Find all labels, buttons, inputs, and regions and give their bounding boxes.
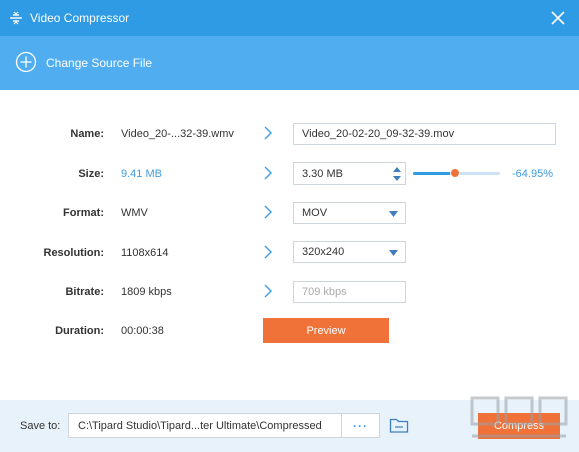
source-bitrate-value: 1809 kbps: [121, 286, 172, 298]
window-title: Video Compressor: [30, 11, 130, 25]
resolution-label: Resolution:: [43, 247, 105, 259]
format-label: Format:: [63, 207, 104, 219]
chevron-down-icon: [389, 250, 398, 256]
source-size-value: 9.41 MB: [121, 168, 162, 180]
compress-button[interactable]: Compress: [478, 413, 560, 439]
close-icon[interactable]: [549, 9, 567, 27]
output-size-value: 3.30 MB: [302, 167, 343, 180]
bitrate-input[interactable]: 709 kbps: [293, 281, 406, 303]
source-format-value: WMV: [121, 207, 148, 219]
chevron-right-icon: [264, 245, 272, 259]
plus-circle-icon[interactable]: [15, 51, 37, 73]
browse-button[interactable]: ···: [341, 414, 379, 437]
source-duration-value: 00:00:38: [121, 325, 164, 337]
source-bar: Change Source File: [0, 36, 579, 90]
slider-fill: [413, 172, 455, 175]
format-select[interactable]: MOV: [293, 202, 406, 224]
source-name-value: Video_20-...32-39.wmv: [121, 128, 234, 140]
bitrate-label: Bitrate:: [65, 286, 104, 298]
chevron-right-icon: [264, 284, 272, 298]
chevron-down-icon: [389, 211, 398, 217]
save-path-field[interactable]: C:\Tipard Studio\Tipard...ter Ultimate\C…: [68, 413, 380, 438]
title-bar: Video Compressor: [0, 0, 579, 36]
preview-button[interactable]: Preview: [263, 318, 389, 343]
compress-lines-icon: [10, 11, 22, 25]
output-bitrate-value: 709 kbps: [302, 286, 347, 298]
footer-bar: Save to: C:\Tipard Studio\Tipard...ter U…: [0, 400, 579, 452]
folder-icon[interactable]: [389, 416, 409, 434]
chevron-right-icon: [264, 126, 272, 140]
output-name-input[interactable]: Video_20-02-20_09-32-39.mov: [293, 123, 556, 145]
size-label: Size:: [78, 168, 104, 180]
resolution-select[interactable]: 320x240: [293, 241, 406, 263]
chevron-right-icon: [264, 205, 272, 219]
save-path-value: C:\Tipard Studio\Tipard...ter Ultimate\C…: [78, 420, 322, 432]
duration-label: Duration:: [55, 325, 104, 337]
source-resolution-value: 1108x614: [121, 247, 169, 259]
change-source-file-button[interactable]: Change Source File: [46, 56, 152, 70]
output-resolution-value: 320x240: [302, 246, 345, 258]
name-label: Name:: [70, 128, 104, 140]
size-percent: -64.95%: [512, 168, 553, 180]
size-stepper[interactable]: 3.30 MB: [293, 162, 406, 185]
spin-down-icon[interactable]: [392, 175, 402, 183]
slider-thumb[interactable]: [449, 168, 460, 178]
output-format-value: MOV: [302, 207, 328, 219]
spin-up-icon[interactable]: [392, 165, 402, 173]
output-name-value: Video_20-02-20_09-32-39.mov: [302, 128, 455, 140]
save-to-label: Save to:: [20, 420, 61, 432]
size-slider[interactable]: [413, 168, 500, 178]
chevron-right-icon: [264, 166, 272, 180]
